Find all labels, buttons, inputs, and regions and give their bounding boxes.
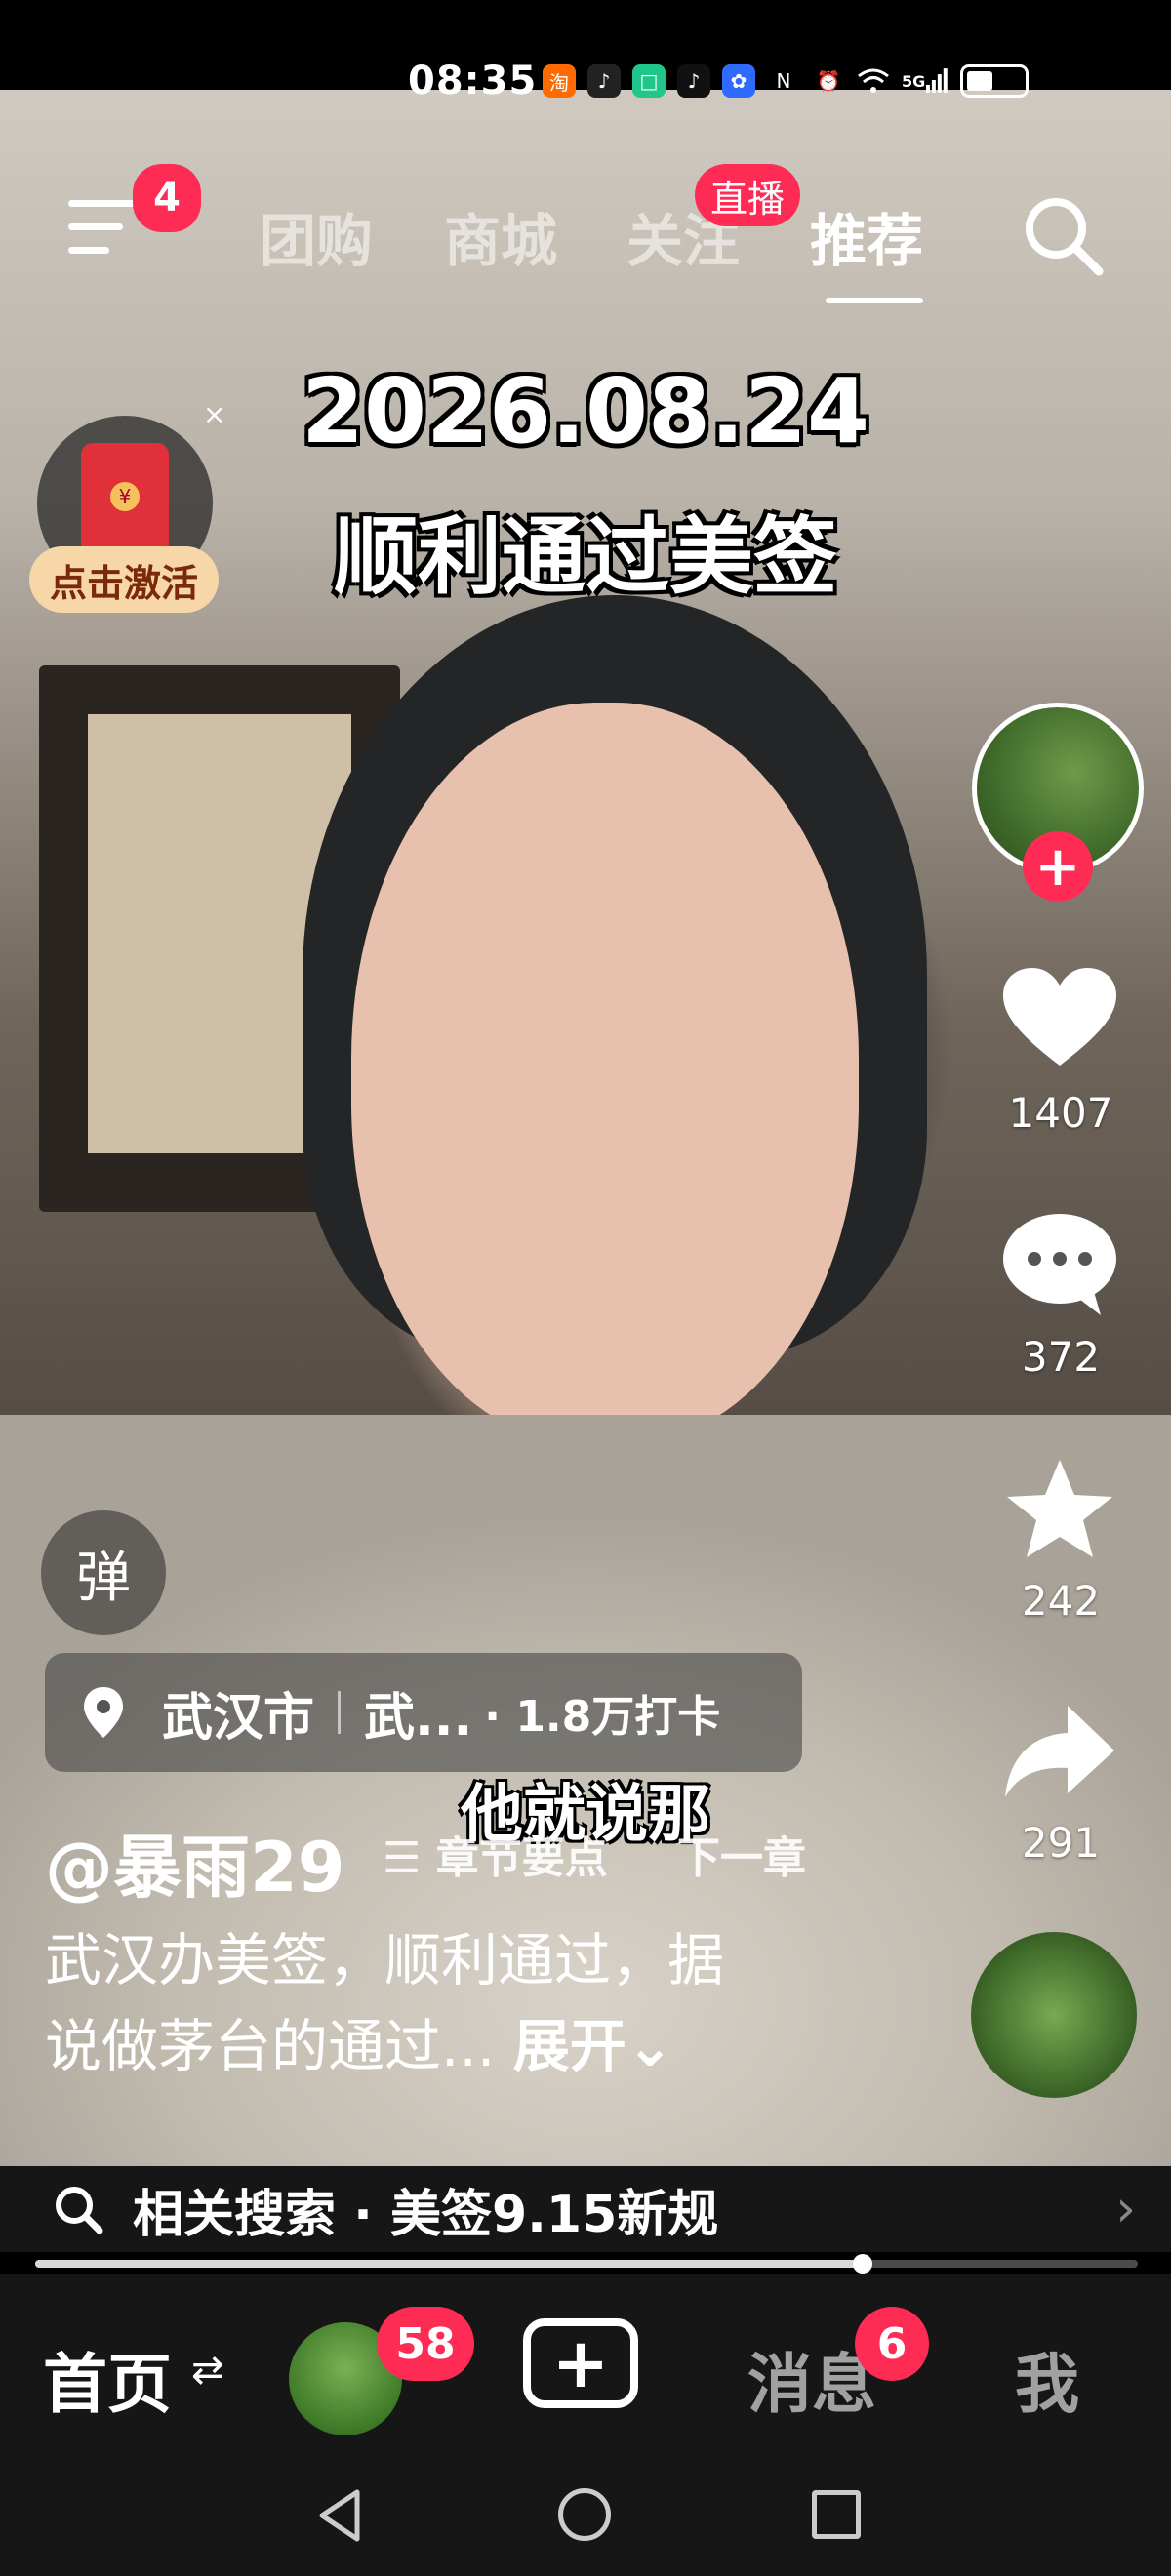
- location-place: 武...: [364, 1688, 473, 1748]
- tiktok-icon: ♪: [677, 64, 710, 98]
- status-time: 08:35: [408, 59, 538, 103]
- related-search-text: 相关搜索 · 美签9.15新规: [133, 2185, 719, 2244]
- douyin-icon: ♪: [587, 64, 621, 98]
- back-triangle-icon[interactable]: [314, 2486, 373, 2545]
- tab-recommend[interactable]: 推荐: [810, 195, 923, 277]
- playback-progress-bar[interactable]: [35, 2254, 1138, 2274]
- create-post-button[interactable]: +: [523, 2318, 638, 2408]
- nfc-icon: N: [776, 69, 791, 93]
- comment-count: 372: [1021, 1333, 1101, 1381]
- location-checkins: · 1.8万打卡: [484, 1692, 721, 1742]
- favorite-star-icon[interactable]: [999, 1456, 1120, 1563]
- post-caption-line2: 说做茅台的通过... 展开⌄: [45, 2000, 673, 2082]
- chapter-points-button[interactable]: ☰ 章节要点: [383, 1823, 608, 1885]
- friends-badge: 58: [377, 2307, 474, 2381]
- post-caption-line1: 武汉办美签，顺利通过，据: [45, 1927, 725, 1993]
- chapter-points-label: 章节要点: [435, 1833, 608, 1883]
- video-subject-face: [351, 703, 859, 1444]
- video-overlay-title: 顺利通过美签: [334, 508, 837, 606]
- system-nav-bar: [0, 2459, 1171, 2576]
- swap-arrows-icon[interactable]: ⇄: [191, 2348, 224, 2393]
- location-city: 武汉市: [162, 1688, 315, 1748]
- tab-mall[interactable]: 商城: [444, 195, 557, 277]
- menu-icon[interactable]: [68, 200, 137, 259]
- search-icon[interactable]: [1019, 191, 1107, 279]
- nav-me[interactable]: 我: [1015, 2332, 1079, 2426]
- chevron-down-icon: ⌄: [626, 2013, 674, 2079]
- nav-home[interactable]: 首页: [43, 2332, 172, 2426]
- menu-badge: 4: [133, 164, 201, 232]
- danmu-label: 弹: [76, 1546, 131, 1610]
- video-overlay-date: 2026.08.24: [301, 359, 869, 463]
- expand-label: 展开: [512, 2013, 626, 2079]
- signal-5g-icon: 5G: [902, 64, 949, 98]
- location-chip[interactable]: 武汉市 武... · 1.8万打卡: [45, 1653, 802, 1772]
- location-pin-icon: [84, 1687, 123, 1738]
- favorite-count: 242: [1021, 1577, 1101, 1625]
- home-circle-icon[interactable]: [558, 2488, 611, 2541]
- creator-username[interactable]: @暴雨29: [45, 1813, 344, 1912]
- search-small-icon: [56, 2187, 103, 2234]
- like-heart-icon[interactable]: [999, 964, 1120, 1071]
- next-chapter-button[interactable]: 下一章: [677, 1823, 806, 1885]
- chapter-list-icon: ☰: [383, 1833, 436, 1883]
- taobao-icon: 淘: [543, 64, 576, 98]
- post-caption-text: 说做茅台的通过...: [45, 2013, 496, 2079]
- live-badge: 直播: [695, 164, 800, 226]
- expand-caption-button[interactable]: 展开⌄: [513, 2013, 674, 2079]
- app-icon: □: [632, 64, 666, 98]
- location-divider: [338, 1691, 342, 1734]
- app-screen: 08:35 淘 ♪ □ ♪ ✿ N ⏰ 5G 4 团购 商城 关注 直播 推荐: [0, 0, 1171, 2576]
- progress-scrubber[interactable]: [852, 2254, 872, 2274]
- music-disc-icon[interactable]: [971, 1932, 1137, 2098]
- wifi-icon: [857, 64, 890, 98]
- follow-plus-icon[interactable]: +: [1023, 831, 1093, 902]
- comment-bubble-icon[interactable]: [999, 1210, 1120, 1317]
- bottom-nav: 首页 ⇄ 58 + 消息 6 我: [0, 2274, 1171, 2459]
- chevron-right-icon: ›: [1115, 2180, 1136, 2238]
- recents-square-icon[interactable]: [812, 2490, 861, 2539]
- messages-badge: 6: [855, 2307, 929, 2381]
- alarm-icon: ⏰: [816, 69, 841, 93]
- active-tab-indicator: [826, 298, 923, 303]
- progress-fill: [35, 2260, 863, 2268]
- status-icons: 淘 ♪ □ ♪ ✿ N ⏰ 5G: [543, 64, 1029, 98]
- status-bar: 08:35 淘 ♪ □ ♪ ✿ N ⏰ 5G: [0, 0, 1171, 103]
- battery-icon: [960, 64, 1029, 98]
- danmu-toggle[interactable]: 弹: [41, 1510, 166, 1635]
- baidu-icon: ✿: [722, 64, 755, 98]
- related-search-bar[interactable]: 相关搜索 · 美签9.15新规 ›: [0, 2166, 1171, 2252]
- tab-group-buy[interactable]: 团购: [260, 195, 373, 277]
- like-count: 1407: [1008, 1089, 1113, 1137]
